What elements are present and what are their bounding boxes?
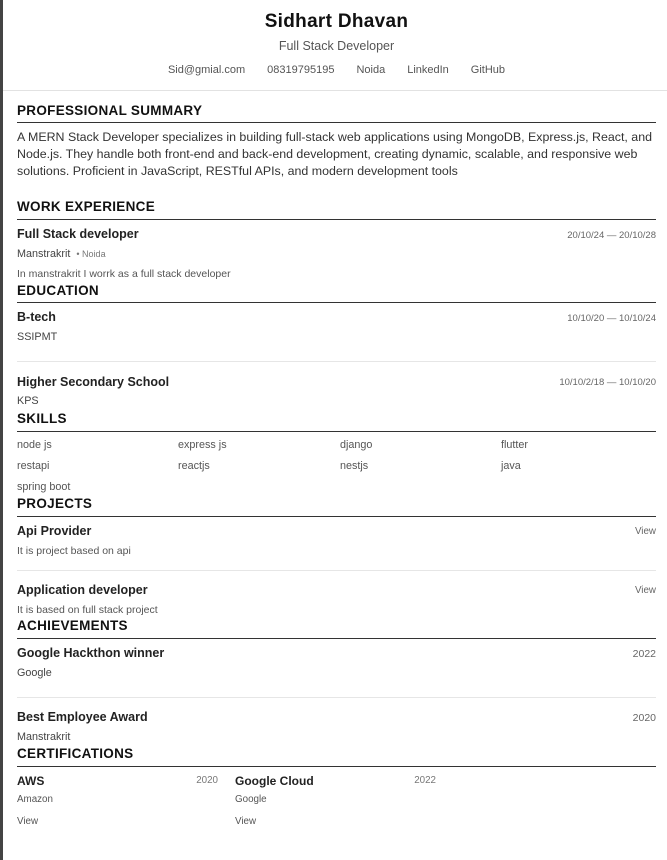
- certification-issuer: Amazon: [17, 794, 53, 805]
- candidate-role: Full Stack Developer: [278, 39, 395, 53]
- certification-issuer: Google: [235, 794, 267, 805]
- contact-phone[interactable]: 08319795195: [267, 64, 334, 76]
- summary-text: A MERN Stack Developer specializes in bu…: [17, 130, 652, 178]
- achievement-issuer-2: Manstrakrit: [17, 731, 71, 743]
- window-edge: [0, 0, 3, 860]
- certification-year: 2020: [196, 775, 218, 786]
- certifications-divider: [17, 766, 656, 767]
- education-degree-2: Higher Secondary School: [17, 375, 170, 389]
- contact-github-link[interactable]: GitHub: [471, 64, 505, 76]
- education-school-1: SSIPMT: [17, 331, 58, 343]
- achievement-year-1: 2022: [632, 648, 656, 660]
- candidate-name: Sidhart Dhavan: [264, 11, 409, 32]
- skill-item: flutter: [501, 439, 529, 451]
- projects-separator: [17, 570, 656, 571]
- contact-email[interactable]: Sid@gmial.com: [168, 64, 245, 76]
- achievement-year-2: 2020: [632, 712, 656, 724]
- experience-position: Full Stack developer: [17, 227, 139, 241]
- education-dates-2: 10/10/2/18 — 10/10/20: [559, 377, 656, 388]
- experience-company: Manstrakrit: [17, 248, 71, 260]
- project-name-2: Application developer: [17, 583, 148, 597]
- summary-heading: PROFESSIONAL SUMMARY: [17, 103, 203, 118]
- experience-location: • Noida: [76, 249, 106, 259]
- education-heading: EDUCATION: [17, 283, 99, 298]
- skills-divider: [17, 431, 656, 432]
- education-separator: [17, 361, 656, 362]
- project-view-link-2[interactable]: View: [635, 585, 656, 596]
- project-name-1: Api Provider: [17, 524, 92, 538]
- education-dates-1: 10/10/20 — 10/10/24: [567, 313, 656, 324]
- skill-item: spring boot: [17, 481, 71, 493]
- achievement-name-1: Google Hackthon winner: [17, 646, 165, 660]
- project-description-2: It is based on full stack project: [17, 604, 158, 616]
- header-divider: [3, 90, 667, 91]
- achievements-separator: [17, 697, 656, 698]
- skill-item: nestjs: [340, 460, 369, 472]
- project-description-1: It is project based on api: [17, 545, 131, 557]
- education-school-2: KPS: [17, 395, 39, 407]
- project-view-link-1[interactable]: View: [635, 526, 656, 537]
- achievements-heading: ACHIEVEMENTS: [17, 618, 128, 633]
- skill-item: java: [501, 460, 521, 472]
- certifications-heading: CERTIFICATIONS: [17, 746, 134, 761]
- experience-description: In manstrakrit I worrk as a full stack d…: [17, 268, 231, 280]
- achievement-issuer-1: Google: [17, 667, 52, 679]
- education-degree-1: B-tech: [17, 310, 56, 324]
- skill-item: reactjs: [178, 460, 210, 472]
- certification-name: Google Cloud: [235, 774, 314, 788]
- skill-item: django: [340, 439, 373, 451]
- experience-dates: 20/10/24 — 20/10/28: [567, 230, 656, 241]
- contact-location: Noida: [356, 64, 386, 76]
- achievement-name-2: Best Employee Award: [17, 710, 148, 724]
- certification-name: AWS: [17, 774, 45, 788]
- skill-item: node js: [17, 439, 52, 451]
- skill-item: restapi: [17, 460, 50, 472]
- summary-divider: [17, 122, 656, 123]
- experience-heading: WORK EXPERIENCE: [17, 199, 156, 214]
- achievements-divider: [17, 638, 656, 639]
- certification-view-link[interactable]: View: [235, 816, 256, 827]
- education-divider: [17, 302, 656, 303]
- contact-row: Sid@gmial.com 08319795195 Noida LinkedIn…: [17, 64, 656, 76]
- skills-heading: SKILLS: [17, 411, 67, 426]
- certification-view-link[interactable]: View: [17, 816, 38, 827]
- experience-divider: [17, 219, 656, 220]
- projects-heading: PROJECTS: [17, 496, 93, 511]
- certification-year: 2022: [414, 775, 436, 786]
- experience-company-line: Manstrakrit • Noida: [17, 248, 106, 260]
- contact-linkedin-link[interactable]: LinkedIn: [407, 64, 449, 76]
- skill-item: express js: [178, 439, 227, 451]
- projects-divider: [17, 516, 656, 517]
